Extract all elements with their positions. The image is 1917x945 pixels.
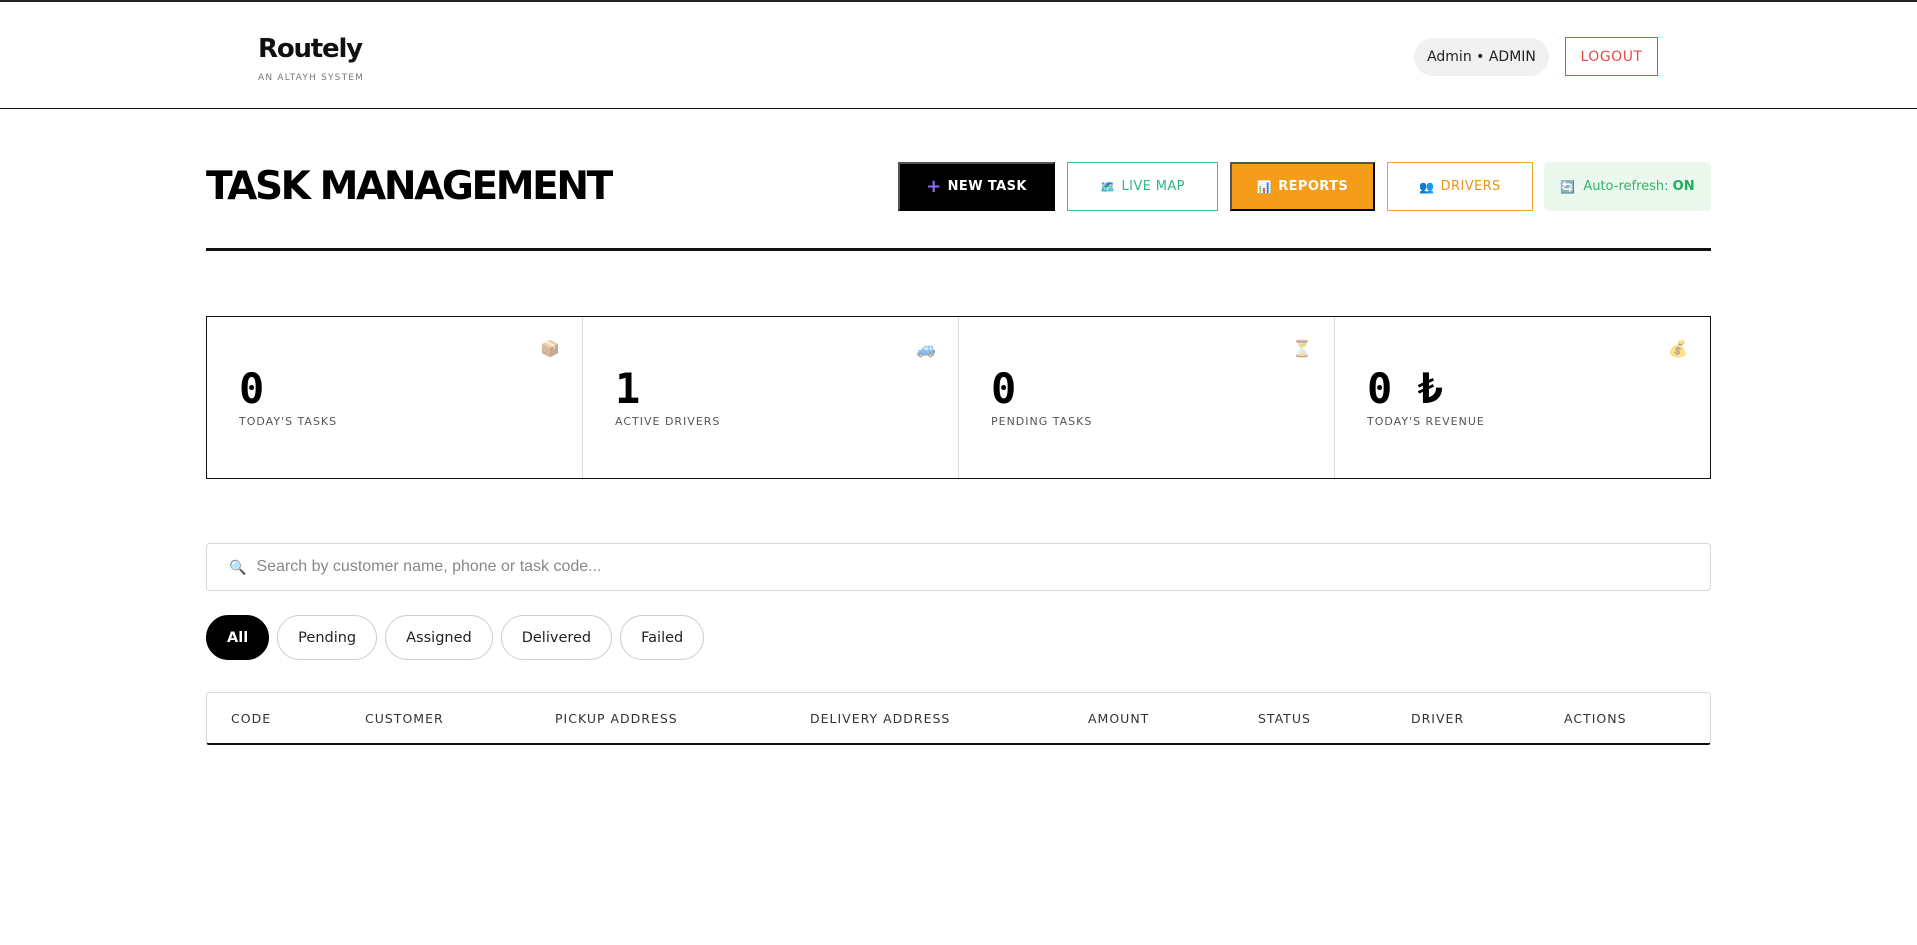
filter-delivered[interactable]: Delivered — [500, 615, 613, 660]
column-header-customer[interactable]: CUSTOMER — [365, 693, 444, 744]
reports-label: REPORTS — [1278, 179, 1349, 194]
search-bar[interactable]: 🔍 — [206, 543, 1711, 591]
status-filters: All Pending Assigned Delivered Failed — [206, 615, 705, 660]
money-bag-icon: 💰 — [1668, 341, 1688, 358]
brand[interactable]: Routely AN ALTAYH SYSTEM — [258, 34, 364, 83]
search-input[interactable] — [256, 558, 1657, 576]
user-badge: Admin • ADMIN — [1414, 38, 1549, 76]
tasks-table: CODE CUSTOMER PICKUP ADDRESS DELIVERY AD… — [206, 692, 1711, 745]
column-header-delivery-address[interactable]: DELIVERY ADDRESS — [810, 693, 950, 744]
hourglass-icon: ⏳ — [1292, 341, 1312, 358]
refresh-icon: 🔄 — [1560, 179, 1576, 194]
app-header: Routely AN ALTAYH SYSTEM Admin • ADMIN L… — [0, 2, 1917, 109]
logout-button[interactable]: LOGOUT — [1565, 37, 1658, 76]
package-icon: 📦 — [540, 341, 560, 358]
column-header-code[interactable]: CODE — [231, 693, 271, 744]
map-icon: 🗺️ — [1100, 179, 1116, 194]
stat-value: 1 — [615, 364, 641, 413]
stat-label: TODAY'S TASKS — [239, 415, 338, 428]
column-header-driver[interactable]: DRIVER — [1411, 693, 1464, 744]
stat-label: PENDING TASKS — [991, 415, 1093, 428]
filter-failed[interactable]: Failed — [620, 615, 705, 660]
auto-refresh-label: Auto-refresh: ON — [1583, 179, 1695, 194]
search-icon: 🔍 — [229, 558, 247, 575]
stat-card-todays-revenue: 💰 0 ₺ TODAY'S REVENUE — [1335, 317, 1710, 478]
filter-assigned[interactable]: Assigned — [385, 615, 493, 660]
stat-card-active-drivers: 🚙 1 ACTIVE DRIVERS — [583, 317, 959, 478]
stat-value: 0 — [991, 364, 1017, 413]
auto-refresh-toggle[interactable]: 🔄 Auto-refresh: ON — [1544, 162, 1711, 211]
plus-icon: + — [926, 175, 942, 197]
brand-tagline: AN ALTAYH SYSTEM — [258, 73, 365, 83]
filter-pending[interactable]: Pending — [277, 615, 378, 660]
column-header-pickup-address[interactable]: PICKUP ADDRESS — [555, 693, 678, 744]
column-header-status[interactable]: STATUS — [1258, 693, 1311, 744]
drivers-button[interactable]: 👥 DRIVERS — [1387, 162, 1533, 211]
filter-all[interactable]: All — [206, 615, 270, 660]
people-icon: 👥 — [1419, 179, 1435, 194]
brand-name[interactable]: Routely — [258, 34, 364, 64]
stat-value: 0 ₺ — [1367, 364, 1443, 413]
stat-card-pending-tasks: ⏳ 0 PENDING TASKS — [959, 317, 1335, 478]
live-map-button[interactable]: 🗺️ LIVE MAP — [1067, 162, 1218, 211]
new-task-button[interactable]: + NEW TASK — [898, 162, 1055, 211]
drivers-label: DRIVERS — [1440, 179, 1501, 194]
new-task-label: NEW TASK — [947, 179, 1027, 194]
bar-chart-icon: 📊 — [1256, 179, 1273, 194]
stat-value: 0 — [239, 364, 265, 413]
live-map-label: LIVE MAP — [1121, 179, 1185, 194]
title-divider — [206, 248, 1711, 251]
stats-panel: 📦 0 TODAY'S TASKS 🚙 1 ACTIVE DRIVERS ⏳ 0… — [206, 316, 1711, 479]
stat-label: ACTIVE DRIVERS — [615, 415, 721, 428]
stat-card-todays-tasks: 📦 0 TODAY'S TASKS — [207, 317, 583, 478]
page-title: TASK MANAGEMENT — [206, 164, 613, 209]
stat-label: TODAY'S REVENUE — [1367, 415, 1485, 428]
auto-refresh-state: ON — [1672, 179, 1695, 194]
column-header-actions[interactable]: ACTIONS — [1564, 693, 1627, 744]
column-header-amount[interactable]: AMOUNT — [1088, 693, 1149, 744]
car-icon: 🚙 — [916, 341, 936, 358]
reports-button[interactable]: 📊 REPORTS — [1230, 162, 1375, 211]
